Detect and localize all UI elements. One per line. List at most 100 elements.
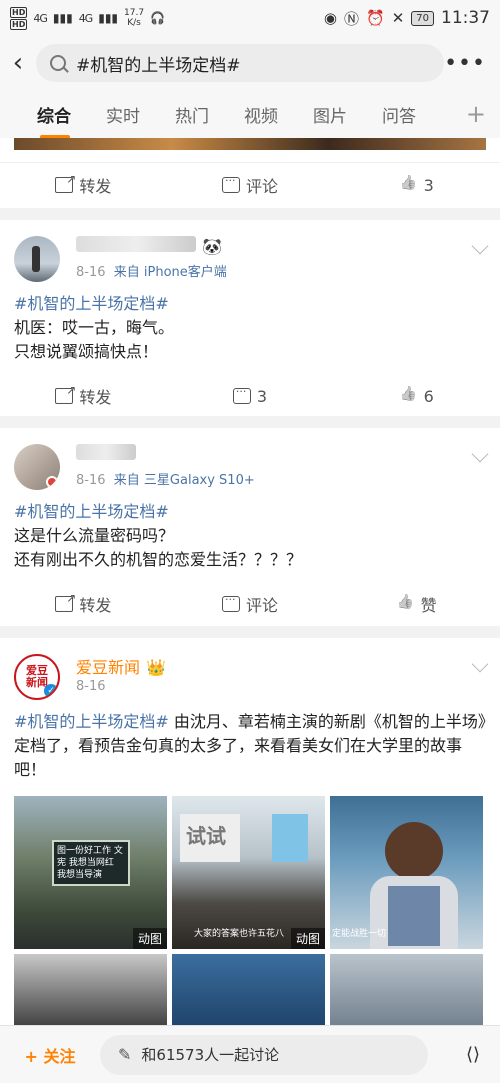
alarm-icon: ⏰ (366, 9, 385, 27)
search-query: #机智的上半场定档# (76, 55, 241, 76)
share-button[interactable]: 转发 (0, 591, 167, 616)
avatar[interactable] (14, 444, 60, 490)
thumbs-up-icon (400, 388, 418, 404)
share-icon (55, 383, 76, 404)
action-bar: 转发 评论 3 (0, 163, 500, 207)
share-button[interactable]: 转发 (0, 172, 167, 197)
signal-bars-icon: ▮▮▮ (52, 11, 73, 25)
hashtag-link[interactable]: #机智的上半场定档# (14, 500, 486, 524)
image-caption: 定能战胜一切 (332, 929, 387, 939)
comment-icon (232, 385, 251, 404)
post-body[interactable]: #机智的上半场定档# 由沈月、章若楠主演的新剧《机智的上半场》定档了，看预告金句… (0, 700, 500, 788)
nfc-icon: Ⓝ (343, 9, 359, 28)
like-button[interactable]: 6 (333, 387, 500, 406)
thumbs-up-icon (397, 596, 415, 612)
post-text-line: 只想说翼颂搞快点！ (14, 342, 159, 361)
search-input[interactable]: #机智的上半场定档# (36, 44, 444, 82)
post-body[interactable]: #机智的上半场定档# 机医：哎一古，晦气。 只想说翼颂搞快点！ (0, 282, 500, 370)
net-speed: 17.7 K/s (124, 8, 145, 28)
follow-button[interactable]: + 关注 (0, 1043, 100, 1067)
post-card: 转发 评论 3 (0, 138, 500, 208)
action-bar: 转发 3 6 (0, 374, 500, 418)
image-thumbnail[interactable] (172, 954, 325, 1034)
chevron-down-icon[interactable] (471, 445, 489, 463)
post-source: 来自 三星Galaxy S10+ (113, 473, 255, 488)
post-card: 🐼 8-16 来自 iPhone客户端 #机智的上半场定档# 机医：哎一古，晦气… (0, 220, 500, 416)
post-date: 8-16 (76, 265, 106, 280)
image-grid: 图一份好工作 文宪 我想当网红 我想当导演 动图 试试 大家的答案也许五花八 动… (0, 788, 500, 1042)
filter-tabs: 综合 实时 热门 视频 图片 问答 + (0, 90, 500, 139)
search-icon (50, 55, 66, 71)
discuss-input[interactable]: ✎ 和61573人一起讨论 (100, 1034, 428, 1075)
image-caption: 试试 (180, 814, 240, 862)
share-icon (55, 591, 76, 612)
username-blurred[interactable]: 🐼 (76, 236, 227, 258)
figure-head (385, 822, 443, 880)
post-body[interactable]: #机智的上半场定档# 这是什么流量密码吗？ 还有刚出不久的机智的恋爱生活？？？？ (0, 490, 500, 578)
post-text-line: 还有刚出不久的机智的恋爱生活？？？？ (14, 550, 303, 569)
back-arrow-icon[interactable]: ‹ (0, 48, 36, 78)
hashtag-link[interactable]: #机智的上半场定档# (14, 712, 169, 731)
hd-badge-1: HD (10, 6, 28, 18)
like-button[interactable]: 赞 (333, 592, 500, 616)
more-options-icon[interactable]: ••• (444, 51, 486, 76)
share-button[interactable]: 转发 (0, 383, 167, 408)
comment-icon (222, 593, 240, 612)
thumbs-up-icon (400, 177, 418, 193)
tab-qa[interactable]: 问答 (365, 102, 434, 127)
image-thumbnail[interactable] (330, 954, 483, 1034)
hd-badge-2: HD (10, 18, 28, 30)
signal-bars-icon-2: ▮▮▮ (98, 11, 119, 25)
chevron-down-icon[interactable] (471, 237, 489, 255)
tab-images[interactable]: 图片 (296, 102, 365, 127)
eye-icon: ◉ (323, 9, 337, 27)
post-card: 爱豆新闻 ✓ 爱豆新闻 👑 8-16 #机智的上半场定档# 由沈月、章若楠主演的新… (0, 638, 500, 1034)
screen-graphic (272, 814, 308, 862)
image-thumbnail[interactable]: 试试 大家的答案也许五花八 动图 (172, 796, 325, 949)
status-bar: HD HD 4G ▮▮▮ 4G ▮▮▮ 17.7 K/s 🎧 ◉ Ⓝ ⏰ ✕ 7… (0, 0, 500, 36)
headset-icon: 🎧 (150, 11, 166, 25)
share-icon (55, 172, 76, 193)
post-source: 来自 iPhone客户端 (113, 265, 227, 280)
chevron-down-icon[interactable] (471, 655, 489, 673)
tab-realtime[interactable]: 实时 (89, 102, 158, 127)
gif-badge: 动图 (132, 928, 167, 949)
post-image-strip[interactable] (14, 138, 486, 150)
post-date: 8-16 (76, 679, 106, 694)
search-header: ‹ #机智的上半场定档# ••• (0, 36, 500, 90)
post-card: 8-16 来自 三星Galaxy S10+ #机智的上半场定档# 这是什么流量密… (0, 428, 500, 626)
verified-badge-icon: ✓ (44, 684, 58, 698)
image-caption: 图一份好工作 文宪 我想当网红 我想当导演 (52, 840, 130, 886)
hashtag-link[interactable]: #机智的上半场定档# (14, 292, 486, 316)
post-text-line: 机医：哎一古，晦气。 (14, 318, 175, 337)
signal-icon-2: 4G (78, 11, 93, 25)
tab-video[interactable]: 视频 (227, 102, 296, 127)
username[interactable]: 爱豆新闻 👑 (76, 654, 166, 677)
tab-comprehensive[interactable]: 综合 (20, 102, 89, 139)
battery-indicator: 70 (411, 10, 434, 26)
image-thumbnail[interactable] (14, 954, 167, 1034)
figure-overalls (388, 886, 440, 946)
bottom-bar: + 关注 ✎ 和61573人一起讨论 ⟨⟩ (0, 1025, 500, 1083)
avatar[interactable] (14, 236, 60, 282)
vip-crown-icon: 👑 (146, 658, 166, 677)
discuss-label: 和61573人一起讨论 (141, 1046, 280, 1064)
mute-icon: ✕ (391, 9, 405, 27)
comment-icon (222, 174, 240, 193)
action-bar: 转发 评论 赞 (0, 582, 500, 626)
comment-button[interactable]: 评论 (167, 173, 334, 197)
comment-button[interactable]: 3 (167, 385, 334, 406)
share-network-icon[interactable]: ⟨⟩ (466, 1044, 480, 1065)
like-button[interactable]: 3 (333, 176, 500, 195)
comment-button[interactable]: 评论 (167, 592, 334, 616)
avatar[interactable]: 爱豆新闻 ✓ (14, 654, 60, 700)
clock: 11:37 (441, 8, 490, 28)
add-tab-icon[interactable]: + (466, 100, 486, 128)
gif-badge: 动图 (290, 928, 325, 949)
image-thumbnail[interactable]: 图一份好工作 文宪 我想当网红 我想当导演 动图 (14, 796, 167, 949)
post-text-line: 这是什么流量密码吗？ (14, 526, 175, 545)
username-blurred[interactable] (76, 444, 255, 466)
signal-icon-1: 4G (33, 11, 47, 25)
tab-hot[interactable]: 热门 (158, 102, 227, 127)
image-thumbnail[interactable]: 定能战胜一切 (330, 796, 483, 949)
